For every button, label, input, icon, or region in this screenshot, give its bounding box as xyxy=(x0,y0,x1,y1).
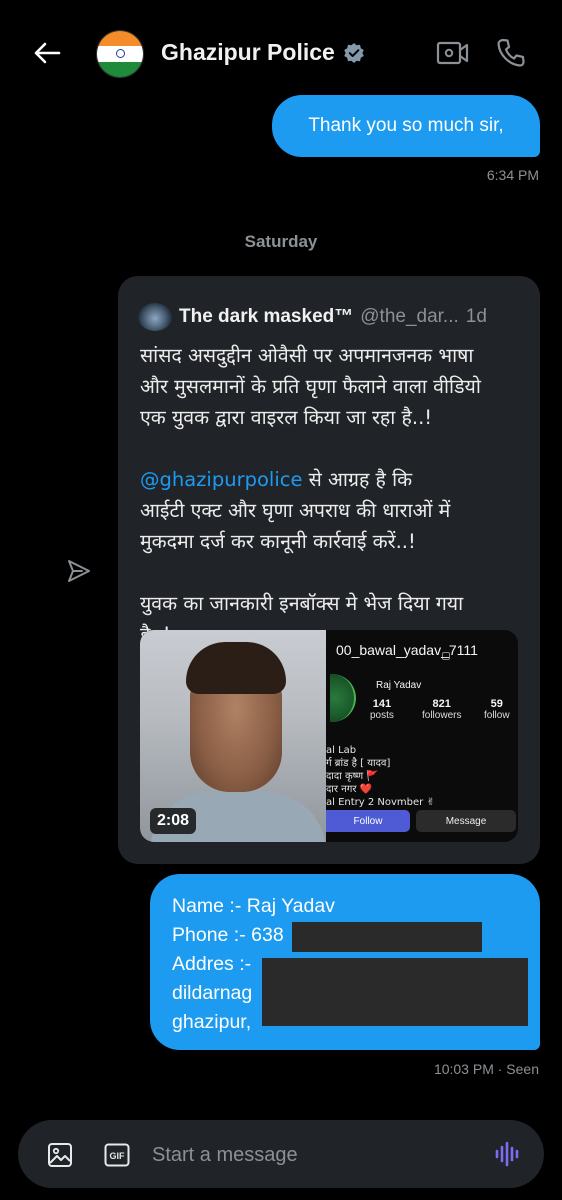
profile-screenshot: 00_bawal_yadav_7111 Raj Yadav 141 posts … xyxy=(326,630,518,842)
post-text-part: से आग्रह है कि आईटी एक्ट और घृणा अपराध क… xyxy=(140,468,464,646)
gif-icon[interactable]: GIF xyxy=(104,1142,130,1168)
followers-count: 821 xyxy=(432,698,451,710)
message-timestamp: 6:34 PM xyxy=(486,167,539,183)
page-title: Ghazipur Police xyxy=(161,39,335,65)
video-call-button[interactable] xyxy=(436,38,470,68)
profile-name: Raj Yadav xyxy=(376,680,422,691)
following-count: 59 xyxy=(490,698,503,710)
post-header: The dark masked™ @the_dar... 1d xyxy=(138,303,528,331)
followers-label: followers xyxy=(422,710,462,721)
arrow-left-icon xyxy=(34,42,61,64)
redaction-box xyxy=(262,958,528,1026)
chat-header: Ghazipur Police xyxy=(0,0,562,106)
post-text: सांसद असदुद्दीन ओवैसी पर अपमानजनक भाषा औ… xyxy=(140,340,532,650)
video-thumbnail[interactable]: 2:08 xyxy=(140,630,326,842)
posts-label: posts xyxy=(370,710,394,721)
message-line: Name :- Raj Yadav xyxy=(172,895,335,917)
message-input[interactable] xyxy=(152,1139,472,1171)
posts-stat: 141 posts xyxy=(370,698,394,721)
redaction-box xyxy=(292,922,482,952)
phone-icon xyxy=(497,38,525,67)
message-bubble[interactable]: Thank you so much sir, xyxy=(272,95,540,157)
post-text-part: सांसद असदुद्दीन ओवैसी पर अपमानजनक भाषा औ… xyxy=(140,344,481,429)
profile-avatar xyxy=(330,674,356,722)
shared-post-card[interactable]: The dark masked™ @the_dar... 1d सांसद अस… xyxy=(118,276,540,864)
mention-link[interactable]: @ghazipurpolice xyxy=(140,468,302,491)
video-duration: 2:08 xyxy=(150,808,197,834)
conversation-title[interactable]: Ghazipur Police xyxy=(161,39,365,66)
image-icon[interactable] xyxy=(46,1141,74,1169)
post-media[interactable]: 2:08 00_bawal_yadav_7111 Raj Yadav 141 p… xyxy=(140,630,518,842)
gif-label: GIF xyxy=(110,1151,126,1161)
avatar[interactable] xyxy=(96,30,144,78)
back-button[interactable] xyxy=(30,36,64,70)
following-stat: 59 follow xyxy=(484,698,510,721)
message-composer: GIF xyxy=(18,1120,544,1188)
author-name[interactable]: The dark masked™ xyxy=(179,306,353,328)
india-flag-avatar xyxy=(97,31,143,77)
voice-call-button[interactable] xyxy=(496,37,526,69)
message-timestamp: 10:03 PM · Seen xyxy=(433,1061,539,1077)
post-age: 1d xyxy=(465,306,487,327)
verified-badge-icon xyxy=(344,42,364,63)
profile-username: 00_bawal_yadav_7111 xyxy=(336,642,478,658)
following-label: follow xyxy=(484,710,510,721)
message-button: Message xyxy=(416,810,516,832)
send-icon[interactable] xyxy=(66,558,92,584)
author-handle: @the_dar... xyxy=(360,306,459,327)
video-camera-icon xyxy=(436,41,469,65)
message-text: Thank you so much sir, xyxy=(308,115,504,136)
voice-wave-icon[interactable] xyxy=(494,1140,522,1168)
day-separator: Saturday xyxy=(244,232,318,251)
author-avatar[interactable] xyxy=(138,303,172,331)
posts-count: 141 xyxy=(372,698,392,710)
followers-stat: 821 followers xyxy=(422,698,461,721)
follow-button: Follow xyxy=(326,810,410,832)
